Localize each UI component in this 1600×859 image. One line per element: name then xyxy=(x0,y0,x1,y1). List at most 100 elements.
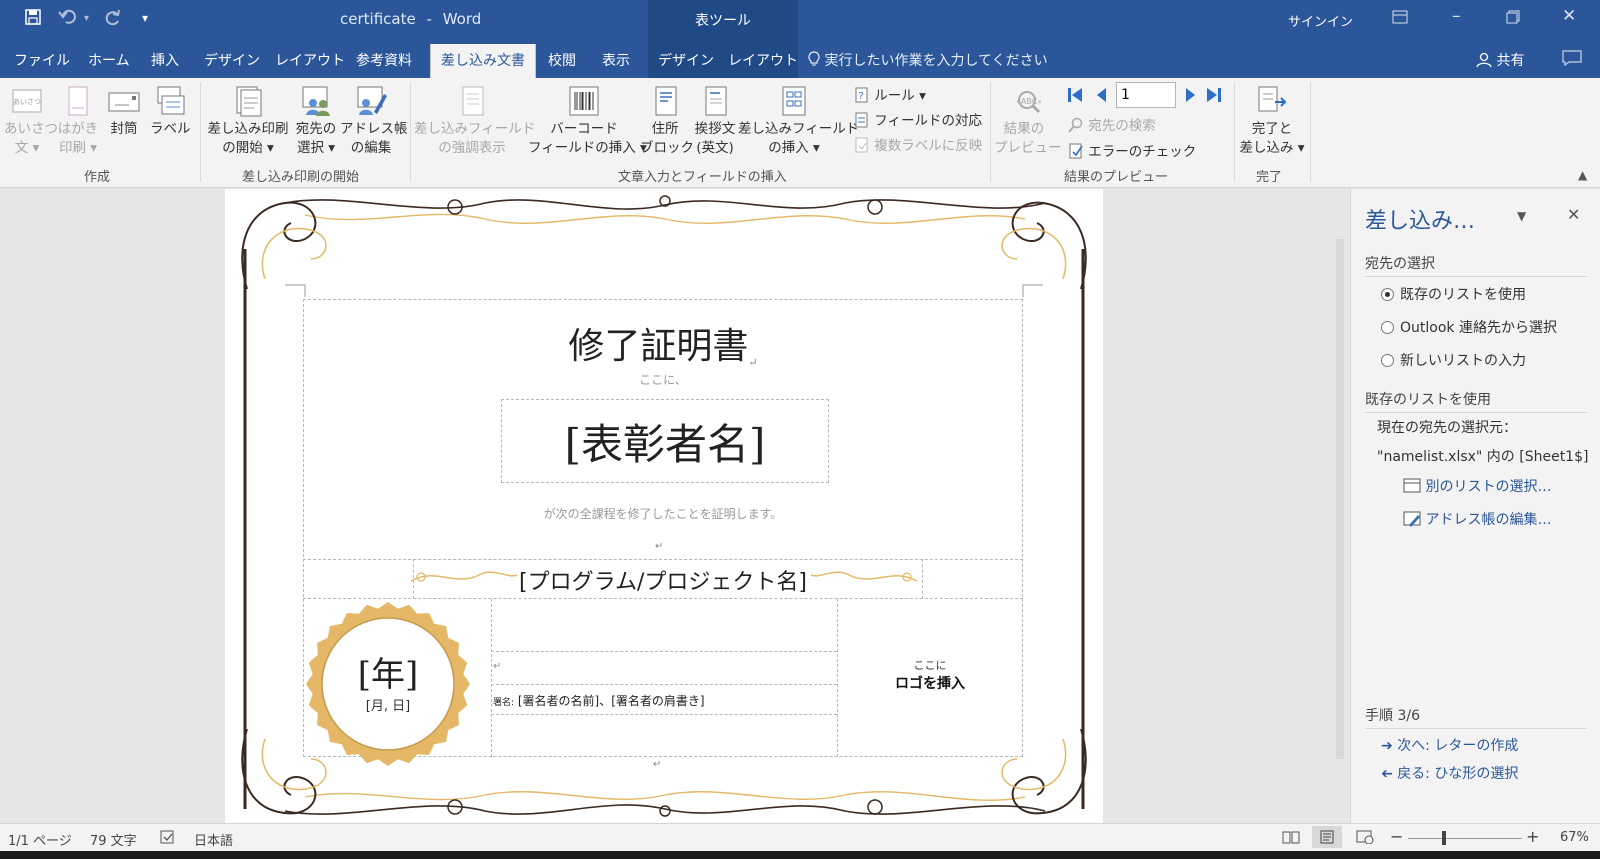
paragraph-mark: ↵ xyxy=(653,759,662,770)
redo-icon[interactable] xyxy=(104,8,122,30)
proofing-icon[interactable] xyxy=(160,830,178,848)
comments-icon[interactable] xyxy=(1562,50,1582,70)
save-icon[interactable] xyxy=(24,8,42,30)
next-step-link[interactable]: ➔ 次へ: レターの作成 xyxy=(1381,735,1518,755)
greeting-line-button[interactable]: 挨拶文 (英文) xyxy=(690,84,740,158)
finish-merge-button[interactable]: 完了と 差し込み ▾ xyxy=(1238,84,1306,158)
address-block-button[interactable]: 住所 ブロック xyxy=(640,84,694,158)
postcard-button[interactable]: はがき 印刷 ▾ xyxy=(56,84,100,158)
year-field[interactable]: [年] xyxy=(305,647,471,696)
presented-to-text: ここに、 xyxy=(639,373,687,387)
greeting-card-button[interactable]: あいさつ あいさつ 文 ▾ xyxy=(4,84,58,158)
match-fields-button[interactable]: フィールドの対応 xyxy=(854,109,982,129)
undo-dropdown-icon[interactable]: ▾ xyxy=(84,13,89,24)
table-tools-label: 表ツール xyxy=(695,13,751,29)
check-errors-label: エラーのチェック xyxy=(1088,144,1197,160)
rules-button[interactable]: ? ルール ▾ xyxy=(854,84,926,104)
select-other-list-link[interactable]: 別のリストの選択… xyxy=(1403,476,1551,496)
radio-outlook-contacts[interactable]: Outlook 連絡先から選択 xyxy=(1381,317,1557,337)
read-mode-icon[interactable] xyxy=(1282,830,1300,848)
zoom-slider[interactable] xyxy=(1408,831,1522,845)
tab-home[interactable]: ホーム xyxy=(88,50,130,70)
web-layout-icon[interactable] xyxy=(1356,830,1374,848)
certificate-title[interactable]: 修了証明書↵ xyxy=(303,317,1023,369)
next-record-icon[interactable] xyxy=(1184,86,1198,108)
tab-insert[interactable]: 挿入 xyxy=(151,50,179,70)
signature-line-row xyxy=(491,651,837,685)
signer-field[interactable]: 署名: [署名者の名前]、[署名者の肩書き] xyxy=(493,692,705,709)
program-name-field[interactable]: [プログラム/プロジェクト名] xyxy=(515,564,811,596)
tab-mailings[interactable]: 差し込み文書 xyxy=(430,44,536,78)
find-recipient-button[interactable]: 宛先の検索 xyxy=(1068,114,1156,134)
tab-view[interactable]: 表示 xyxy=(602,50,630,70)
previous-step-link[interactable]: ➔ 戻る: ひな形の選択 xyxy=(1381,763,1518,783)
first-record-icon[interactable] xyxy=(1066,86,1084,108)
zoom-out-icon[interactable]: − xyxy=(1390,827,1403,846)
tab-layout[interactable]: レイアウト xyxy=(275,50,345,70)
edit-recipient-list-link[interactable]: アドレス帳の編集… xyxy=(1403,509,1551,529)
section-select-recipients: 宛先の選択 xyxy=(1365,253,1587,277)
select-recipients-label-2: 選択 ▾ xyxy=(296,140,336,156)
logo-placeholder[interactable]: ここに ロゴを挿入 xyxy=(837,657,1023,693)
undo-icon[interactable] xyxy=(58,8,80,30)
labels-button[interactable]: ラベル xyxy=(150,84,191,139)
ribbon-display-options-icon[interactable] xyxy=(1392,10,1408,28)
tell-me-box[interactable]: 実行したい作業を入力してください xyxy=(808,50,1048,70)
check-errors-button[interactable]: エラーのチェック xyxy=(1068,140,1196,160)
close-window-icon[interactable]: ✕ xyxy=(1562,6,1576,26)
highlight-merge-fields-button[interactable]: 差し込みフィールド の強調表示 xyxy=(414,84,535,158)
insert-barcode-button[interactable]: バーコード フィールドの挿入 ▾ xyxy=(528,84,647,158)
restore-icon[interactable] xyxy=(1506,9,1520,29)
vertical-scrollbar[interactable] xyxy=(1332,189,1348,823)
ribbon-tabs: ファイル ホーム 挿入 デザイン レイアウト 参考資料 差し込み文書 校閲 表示… xyxy=(0,40,1600,78)
insert-merge-field-label-2: の挿入 ▾ xyxy=(768,140,820,156)
radio-new-list[interactable]: 新しいリストの入力 xyxy=(1381,350,1526,370)
envelope-button[interactable]: 封筒 xyxy=(104,84,144,139)
address-block-label-2: ブロック xyxy=(640,140,694,156)
last-record-icon[interactable] xyxy=(1205,86,1223,108)
insert-merge-field-button[interactable]: 差し込みフィールド の挿入 ▾ xyxy=(738,84,859,158)
certification-body[interactable]: が次の全課程を修了したことを証明します。 xyxy=(303,505,1023,522)
update-labels-button[interactable]: 複数ラベルに反映 xyxy=(854,134,982,154)
tab-review[interactable]: 校閲 xyxy=(548,50,576,70)
tab-design[interactable]: デザイン xyxy=(204,50,260,70)
radio-existing-list[interactable]: 既存のリストを使用 xyxy=(1381,284,1526,304)
minimize-icon[interactable]: – xyxy=(1452,6,1461,26)
preview-results-button[interactable]: «ABC» 結果の プレビュー xyxy=(994,84,1062,158)
zoom-in-icon[interactable]: + xyxy=(1526,827,1539,846)
doc-name: certificate xyxy=(340,10,416,28)
page-count[interactable]: 1/1 ページ xyxy=(8,830,72,849)
presented-to-line[interactable]: ここに、 xyxy=(303,371,1023,388)
tab-file[interactable]: ファイル xyxy=(14,50,70,70)
group-label-finish: 完了 xyxy=(1256,170,1283,185)
certification-body-text: が次の全課程を修了したことを証明します。 xyxy=(543,507,783,521)
print-layout-icon[interactable] xyxy=(1312,826,1342,848)
signer-prefix: 署名: xyxy=(493,698,515,708)
collapse-ribbon-icon[interactable]: ▲ xyxy=(1578,168,1587,182)
word-count[interactable]: 79 文字 xyxy=(90,830,137,849)
scrollbar-thumb[interactable] xyxy=(1336,239,1344,759)
zoom-level[interactable]: 67% xyxy=(1560,830,1589,845)
tab-table-design[interactable]: デザイン xyxy=(658,50,714,70)
select-recipients-button[interactable]: 宛先の 選択 ▾ xyxy=(294,84,338,158)
language-indicator[interactable]: 日本語 xyxy=(194,830,233,849)
tab-table-layout[interactable]: レイアウト xyxy=(728,50,798,70)
recipient-name-field[interactable]: [表彰者名] xyxy=(501,411,829,472)
highlight-merge-fields-icon xyxy=(462,86,484,116)
preview-results-label-2: プレビュー xyxy=(994,140,1062,156)
signin-link[interactable]: サインイン xyxy=(1288,11,1353,30)
previous-record-icon[interactable] xyxy=(1094,86,1108,108)
edit-recipient-list-button[interactable]: アドレス帳 の編集 xyxy=(340,84,408,158)
close-pane-icon[interactable]: ✕ xyxy=(1567,205,1580,224)
title-bar: ▾ ▾ certificate - Word 表ツール サインイン – ✕ xyxy=(0,0,1600,78)
document-page[interactable]: 修了証明書↵ ここに、 [表彰者名] が次の全課程を修了したことを証明します。 … xyxy=(225,189,1103,823)
share-button[interactable]: 共有 xyxy=(1476,50,1524,70)
date-field[interactable]: [月, 日] xyxy=(305,695,471,714)
customize-qat-icon[interactable]: ▾ xyxy=(142,11,148,25)
tab-references[interactable]: 参考資料 xyxy=(356,50,412,70)
record-number-input[interactable] xyxy=(1116,82,1176,108)
zoom-slider-thumb[interactable] xyxy=(1442,831,1447,845)
start-mail-merge-button[interactable]: 差し込み印刷 の開始 ▾ xyxy=(206,84,290,158)
pane-options-icon[interactable]: ▼ xyxy=(1517,209,1526,223)
certificate-title-text: 修了証明書 xyxy=(568,326,749,367)
